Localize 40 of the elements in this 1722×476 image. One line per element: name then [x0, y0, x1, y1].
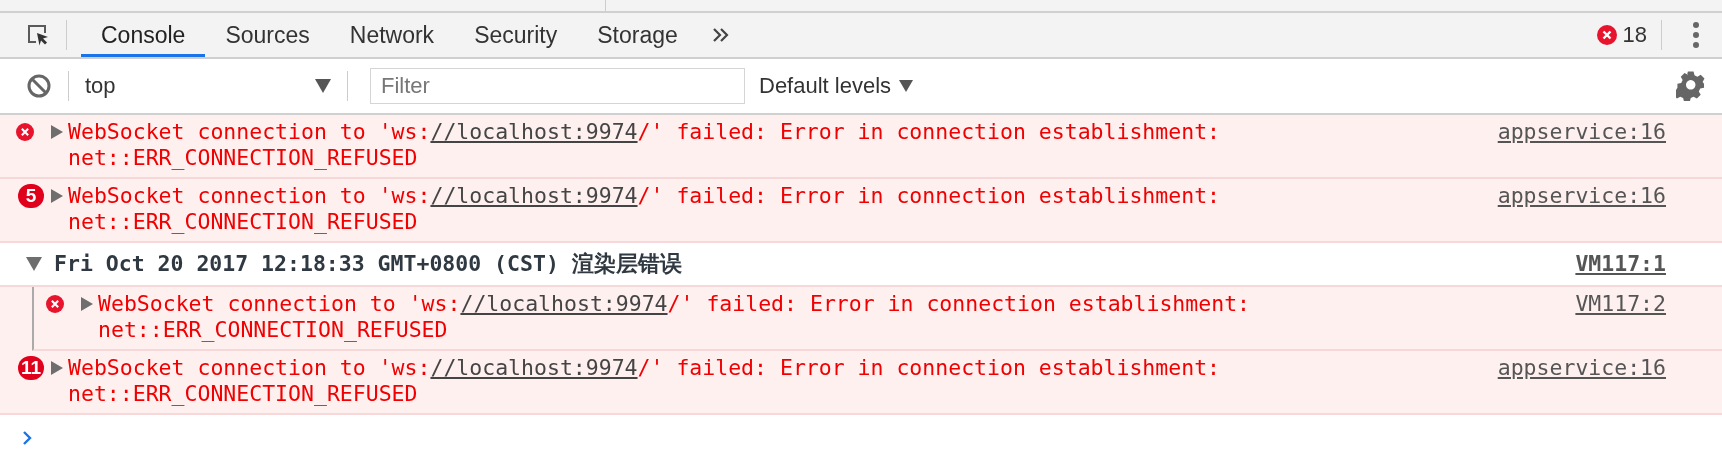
menu-icon[interactable] [1692, 21, 1700, 49]
source-link[interactable]: appservice:16 [1497, 119, 1666, 171]
filter-field[interactable]: Filter [370, 68, 745, 104]
expand-arrow-icon[interactable] [26, 257, 42, 271]
dropdown-caret-icon [899, 80, 914, 92]
tab[interactable]: Storage [577, 16, 698, 57]
expand-arrow-icon[interactable] [50, 360, 64, 376]
source-link[interactable]: appservice:16 [1497, 183, 1666, 235]
group-title: Fri Oct 20 2017 12:18:33 GMT+0800 (CST) 渲染层错误 [54, 251, 683, 277]
more-tabs-icon[interactable] [711, 27, 730, 43]
settings-icon[interactable] [1676, 71, 1706, 101]
error-message: WebSocket connection to 'ws://localhost:9974/' failed: Error in connection establishment: net::ERR_CONNECTION_REFUSED [68, 183, 1222, 235]
levels-dropdown[interactable]: Default levels [759, 73, 914, 99]
tab[interactable]: Sources [205, 16, 330, 57]
url-link[interactable]: //localhost:9974 [430, 183, 638, 208]
tab[interactable]: Security [454, 16, 578, 57]
source-link[interactable]: VM117:1 [1575, 251, 1666, 277]
clear-console-icon[interactable] [26, 73, 52, 99]
expand-arrow-icon[interactable] [50, 124, 64, 140]
error-message: WebSocket connection to 'ws://localhost:9974/' failed: Error in connection establishment: net::ERR_CONNECTION_REFUSED [98, 291, 1252, 343]
expand-arrow-icon[interactable] [50, 188, 64, 204]
expand-arrow-icon[interactable] [80, 296, 94, 312]
url-link[interactable]: //localhost:9974 [430, 355, 638, 380]
source-link[interactable]: appservice:16 [1497, 355, 1666, 407]
error-icon [1596, 25, 1617, 45]
tab[interactable]: Console [81, 16, 206, 57]
source-link[interactable]: VM117:2 [1575, 291, 1666, 343]
error-message: WebSocket connection to 'ws://localhost:9974/' failed: Error in connection establishment: net::ERR_CONNECTION_REFUSED [68, 355, 1222, 407]
url-link[interactable]: //localhost:9974 [430, 119, 638, 144]
repeat-count-badge: 5 [18, 184, 44, 208]
error-icon [16, 123, 34, 141]
repeat-count-badge: 11 [18, 356, 44, 380]
error-message: WebSocket connection to 'ws://localhost:9974/' failed: Error in connection establishment: net::ERR_CONNECTION_REFUSED [68, 119, 1222, 171]
error-icon [46, 295, 64, 313]
prompt-icon [22, 430, 34, 446]
url-link[interactable]: //localhost:9974 [460, 291, 668, 316]
dropdown-caret-icon [315, 79, 331, 93]
error-count[interactable]: 18 [1622, 22, 1647, 48]
context-select[interactable]: top [85, 73, 331, 99]
tab[interactable]: Network [329, 16, 455, 57]
